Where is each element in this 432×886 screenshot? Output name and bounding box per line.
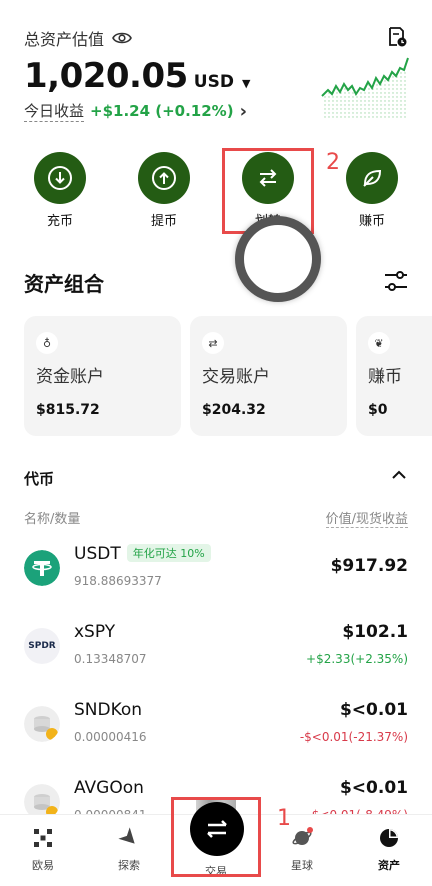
deposit-arrow-down-icon: [48, 166, 72, 190]
funding-account-name: 资金账户: [36, 367, 104, 387]
withdraw-button[interactable]: [138, 152, 190, 204]
annotation-number-1: 1: [277, 806, 291, 831]
token-name: SNDKon: [74, 700, 143, 720]
coin-stack-icon: [24, 706, 60, 742]
apy-badge: 年化可达 10%: [126, 544, 211, 562]
token-name: xSPY: [74, 622, 116, 642]
trading-account-card[interactable]: ⇄ 交易账户 $204.32: [190, 316, 347, 436]
funding-account-card[interactable]: ♁ 资金账户 $815.72: [24, 316, 181, 436]
nav-planet-label: 星球: [291, 859, 313, 872]
token-quantity: 0.13348707: [74, 652, 147, 666]
nav-explore-label: 探索: [118, 859, 140, 872]
total-amount: 1,020.05: [24, 56, 188, 96]
tokens-section-title: 代币: [24, 470, 55, 488]
token-value: $917.92: [330, 556, 408, 576]
earn-account-card[interactable]: ❦ 赚币 $0: [356, 316, 432, 436]
earn-account-name: 赚币: [368, 367, 402, 387]
column-header-name: 名称/数量: [24, 512, 81, 527]
funding-account-amount: $815.72: [36, 402, 100, 418]
trading-account-name: 交易账户: [202, 367, 270, 387]
annotation-number-2: 2: [326, 150, 340, 175]
token-row-xspy[interactable]: SPDR xSPY 0.13348707 $102.1 +$2.33(+2.35…: [0, 614, 432, 692]
nav-okx-label: 欧易: [32, 859, 54, 872]
chevron-right-icon: ›: [239, 100, 247, 122]
deposit-button[interactable]: [34, 152, 86, 204]
earn-action[interactable]: 赚币: [342, 152, 402, 229]
deposit-action[interactable]: 充币: [30, 152, 90, 229]
eye-icon[interactable]: [112, 31, 132, 45]
earn-button[interactable]: [346, 152, 398, 204]
spdr-logo-icon: SPDR: [24, 628, 60, 664]
planet-icon: [292, 827, 313, 845]
token-row-usdt[interactable]: USDT 年化可达 10% 918.88693377 $917.92: [0, 536, 432, 614]
withdraw-label: 提币: [150, 214, 177, 229]
leaf-icon: [363, 169, 382, 187]
leaf-small-icon: ❦: [368, 332, 390, 354]
document-clock-icon[interactable]: [386, 26, 408, 48]
usdt-logo-icon: [24, 550, 60, 586]
earn-label: 赚币: [358, 214, 385, 229]
nav-assets-label: 资产: [378, 859, 400, 872]
earn-account-amount: $0: [368, 402, 388, 418]
token-row-sndkon[interactable]: SNDKon 0.00000416 $<0.01 -$<0.01(-21.37%…: [0, 692, 432, 770]
withdraw-arrow-up-icon: [152, 166, 176, 190]
withdraw-action[interactable]: 提币: [134, 152, 194, 229]
sparkline-chart: [321, 57, 409, 120]
filter-sliders-icon[interactable]: [384, 270, 408, 292]
token-pnl: -$<0.01(-21.37%): [299, 730, 408, 744]
trading-account-amount: $204.32: [202, 402, 266, 418]
token-name: AVGOon: [74, 778, 144, 798]
today-pnl-label: 今日收益: [24, 102, 85, 122]
today-pnl-value: +$1.24 (+0.12%): [90, 102, 234, 120]
column-header-value[interactable]: 价值/现货收益: [325, 508, 408, 528]
token-quantity: 0.00000416: [74, 730, 147, 744]
token-value: $102.1: [342, 622, 408, 642]
total-assets-title: 总资产估值: [24, 30, 105, 49]
portfolio-title: 资产组合: [24, 272, 104, 296]
wallet-icon: ♁: [36, 332, 58, 354]
okx-logo-icon: [34, 829, 52, 847]
transfer-small-icon: ⇄: [202, 332, 224, 354]
currency-selector[interactable]: USD: [194, 72, 234, 92]
token-name: USDT 年化可达 10%: [74, 544, 211, 564]
total-assets-header: 总资产估值: [24, 26, 132, 50]
nav-planet[interactable]: 星球: [259, 815, 345, 886]
trade-highlight-box: [171, 797, 261, 877]
token-value: $<0.01: [339, 700, 408, 720]
nav-explore[interactable]: 探索: [86, 815, 172, 886]
today-pnl-row[interactable]: 今日收益 +$1.24 (+0.12%) ›: [24, 100, 247, 122]
chevron-up-icon[interactable]: [392, 470, 406, 480]
nav-assets[interactable]: 资产: [346, 815, 432, 886]
floating-touch-ring[interactable]: [235, 216, 321, 302]
nav-okx[interactable]: 欧易: [0, 815, 86, 886]
caret-down-icon[interactable]: ▼: [242, 77, 250, 90]
token-value: $<0.01: [339, 778, 408, 798]
total-amount-row[interactable]: 1,020.05 USD ▼: [24, 56, 250, 96]
pie-chart-icon: [380, 829, 398, 847]
token-pnl: +$2.33(+2.35%): [306, 652, 408, 666]
deposit-label: 充币: [46, 214, 73, 229]
token-quantity: 918.88693377: [74, 574, 162, 588]
compass-icon: [118, 827, 135, 844]
